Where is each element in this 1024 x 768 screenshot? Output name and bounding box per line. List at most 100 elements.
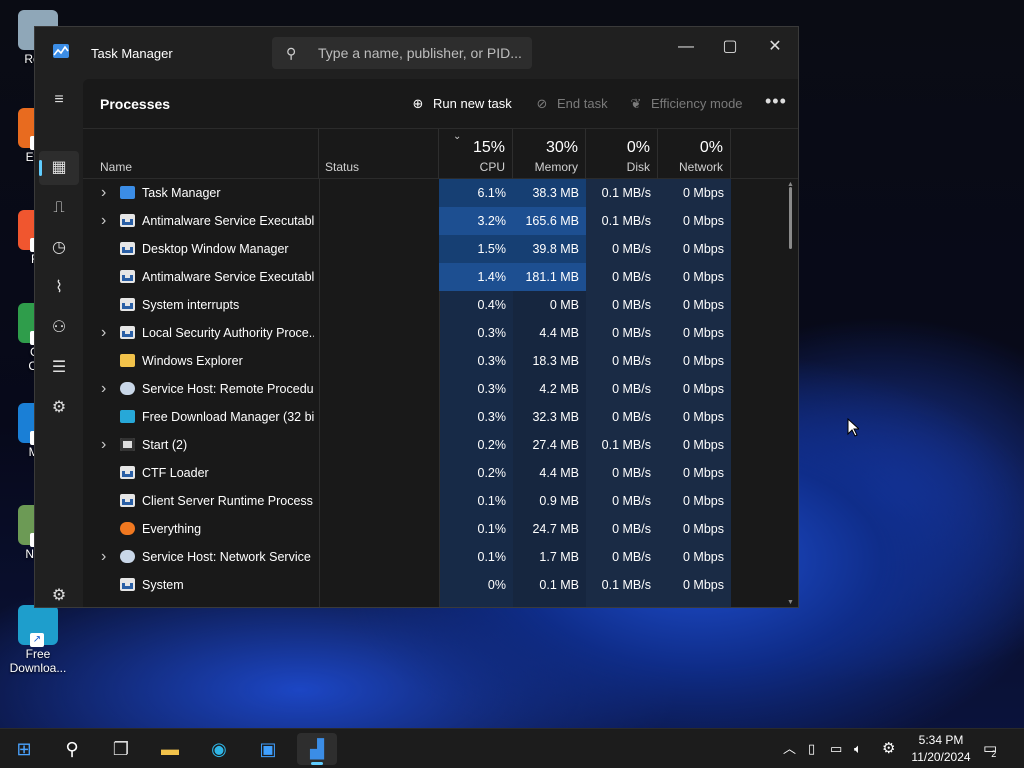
process-disk-value: 0 MB/s xyxy=(612,550,651,564)
nav-app-history-icon[interactable]: ◷ xyxy=(39,231,79,265)
table-row[interactable]: System interrupts 0.4% 0 MB 0 MB/s 0 Mbps xyxy=(83,291,798,319)
process-cpu-value: 3.2% xyxy=(439,207,513,235)
search-process-icon xyxy=(120,522,135,535)
edge-icon[interactable]: ◉ xyxy=(199,733,239,765)
process-net-value: 0 Mbps xyxy=(683,326,724,340)
desktop-icon[interactable]: ↗ Free Downloa... xyxy=(0,605,76,675)
process-cpu-value: 0.1% xyxy=(477,522,507,536)
settings-gear-icon[interactable]: ⚙ xyxy=(39,579,79,607)
expand-chevron-icon[interactable]: › xyxy=(101,543,106,571)
close-button[interactable]: ✕ xyxy=(752,33,798,61)
process-name: Everything xyxy=(142,522,202,536)
process-mem-value: 4.4 MB xyxy=(539,326,579,340)
file-explorer-icon[interactable]: ▬ xyxy=(150,733,190,765)
process-net-value: 0 Mbps xyxy=(683,242,724,256)
process-net-value: 0 Mbps xyxy=(683,298,724,312)
process-name: CTF Loader xyxy=(142,466,209,480)
tray-chevron-icon[interactable]: ︿ xyxy=(783,729,796,768)
tray-app-icon[interactable]: ▯ xyxy=(808,729,815,768)
window-process-icon xyxy=(120,494,135,507)
column-cpu[interactable]: ⌄ 15% CPU xyxy=(439,129,513,179)
expand-chevron-icon[interactable]: › xyxy=(101,319,106,347)
minimize-button[interactable]: — xyxy=(663,33,709,61)
start-icon[interactable]: ⊞ xyxy=(4,733,44,765)
nav-performance-icon[interactable]: ⎍ xyxy=(39,191,79,225)
clock[interactable]: 5:34 PM 11/20/2024 xyxy=(905,732,977,766)
processes-pane: Processes ⊕ Run new task ⊘ End task ❦ Effic… xyxy=(83,79,798,607)
expand-chevron-icon[interactable]: › xyxy=(101,179,106,207)
search-icon[interactable]: ⚲ xyxy=(52,733,92,765)
process-name: Windows Explorer xyxy=(142,354,243,368)
end-task-button[interactable]: ⊘ End task xyxy=(533,94,608,114)
process-cpu-value: 1.4% xyxy=(439,263,513,291)
table-row[interactable]: › Antimalware Service Executable 3.2% 165.6… xyxy=(83,207,798,235)
nav-services-icon[interactable]: ⚙ xyxy=(39,391,79,425)
process-mem-value: 0.9 MB xyxy=(539,494,579,508)
nav-details-icon[interactable]: ☰ xyxy=(39,351,79,385)
expand-chevron-icon[interactable]: › xyxy=(101,375,106,403)
expand-chevron-icon[interactable]: › xyxy=(101,207,106,235)
task-view-icon[interactable]: ❐ xyxy=(101,733,141,765)
process-name: System interrupts xyxy=(142,298,240,312)
column-header: Name Status ⌄ 15% CPU 30% Memory 0% Disk… xyxy=(83,129,798,179)
process-mem-value: 165.6 MB xyxy=(513,207,586,235)
end-task-icon: ⊘ xyxy=(536,96,548,111)
table-row[interactable]: Client Server Runtime Process 0.1% 0.9 MB 0… xyxy=(83,487,798,515)
nav-startup-apps-icon[interactable]: ⌇ xyxy=(39,271,79,305)
process-mem-value: 24.7 MB xyxy=(532,522,579,536)
title-bar[interactable]: Task Manager ⚲ Type a name, publisher, o… xyxy=(35,27,798,79)
more-options-icon[interactable]: ••• xyxy=(765,91,787,112)
table-row[interactable]: › Service Host: Remote Procedu... 0.3% 4.2 … xyxy=(83,375,798,403)
process-name: Antimalware Service Executabl... xyxy=(142,270,314,284)
table-row[interactable]: Everything 0.1% 24.7 MB 0 MB/s 0 Mbps xyxy=(83,515,798,543)
table-row[interactable]: System 0% 0.1 MB 0.1 MB/s 0 Mbps xyxy=(83,571,798,599)
column-network[interactable]: 0% Network xyxy=(658,129,731,179)
run-new-task-button[interactable]: ⊕ Run new task xyxy=(409,94,512,114)
process-disk-value: 0.1 MB/s xyxy=(601,186,651,200)
table-row[interactable]: Free Download Manager (32 bit) 0.3% 32.3 M… xyxy=(83,403,798,431)
table-row[interactable]: › Local Security Authority Proce... 0.3% 4.… xyxy=(83,319,798,347)
process-disk-value: 0 MB/s xyxy=(612,382,651,396)
table-row[interactable]: Windows Explorer 0.3% 18.3 MB 0 MB/s 0 Mbps xyxy=(83,347,798,375)
column-status[interactable]: Status xyxy=(319,129,439,179)
search-input[interactable]: Type a name, publisher, or PID... xyxy=(318,45,522,61)
scrollbar-thumb[interactable] xyxy=(789,187,792,249)
leaf-icon: ❦ xyxy=(630,96,642,111)
table-row[interactable]: Desktop Window Manager 1.5% 39.8 MB 0 MB/s 0… xyxy=(83,235,798,263)
gear-process-icon xyxy=(120,550,135,563)
process-disk-value: 0.1 MB/s xyxy=(601,578,651,592)
column-name[interactable]: Name xyxy=(83,129,319,179)
task-manager-icon[interactable]: ▟ xyxy=(297,733,337,765)
process-mem-value: 27.4 MB xyxy=(532,438,579,452)
table-row[interactable]: Antimalware Service Executabl... 1.4% 181.… xyxy=(83,263,798,291)
notification-center-icon[interactable]: ▭2 xyxy=(983,729,1002,768)
volume-muted-icon[interactable]: 🔈︎ xyxy=(854,729,862,768)
nav-hamburger-menu-icon[interactable]: ≡ xyxy=(39,83,79,117)
table-row[interactable]: › Start (2) 0.2% 27.4 MB 0.1 MB/s 0 Mbps xyxy=(83,431,798,459)
nav-processes-icon[interactable]: ▦ xyxy=(39,151,79,185)
expand-chevron-icon[interactable]: › xyxy=(101,431,106,459)
column-memory[interactable]: 30% Memory xyxy=(513,129,586,179)
process-cpu-value: 0.3% xyxy=(477,354,507,368)
process-name: Service Host: Remote Procedu... xyxy=(142,382,314,396)
process-net-value: 0 Mbps xyxy=(683,550,724,564)
nav-users-icon[interactable]: ⚇ xyxy=(39,311,79,345)
efficiency-mode-button[interactable]: ❦ Efficiency mode xyxy=(627,94,743,114)
process-disk-value: 0 MB/s xyxy=(612,242,651,256)
window-process-icon xyxy=(120,242,135,255)
table-row[interactable]: › Service Host: Network Service 0.1% 1.7 MB… xyxy=(83,543,798,571)
window-process-icon xyxy=(120,578,135,591)
scroll-down-icon[interactable]: ▼ xyxy=(787,599,794,606)
settings-tray-icon[interactable]: ⚙ xyxy=(882,729,895,768)
search-box[interactable]: ⚲ Type a name, publisher, or PID... xyxy=(272,37,532,69)
maximize-button[interactable]: ▢ xyxy=(707,33,753,61)
table-row[interactable]: › Task Manager 6.1% 38.3 MB 0.1 MB/s 0 Mbps xyxy=(83,179,798,207)
process-mem-value: 0 MB xyxy=(549,298,579,312)
search-icon: ⚲ xyxy=(286,45,297,61)
table-row[interactable]: CTF Loader 0.2% 4.4 MB 0 MB/s 0 Mbps xyxy=(83,459,798,487)
process-name: Desktop Window Manager xyxy=(142,242,289,256)
process-disk-value: 0 MB/s xyxy=(612,466,651,480)
network-icon[interactable]: ▭ xyxy=(830,729,842,768)
column-disk[interactable]: 0% Disk xyxy=(586,129,658,179)
store-icon[interactable]: ▣ xyxy=(248,733,288,765)
